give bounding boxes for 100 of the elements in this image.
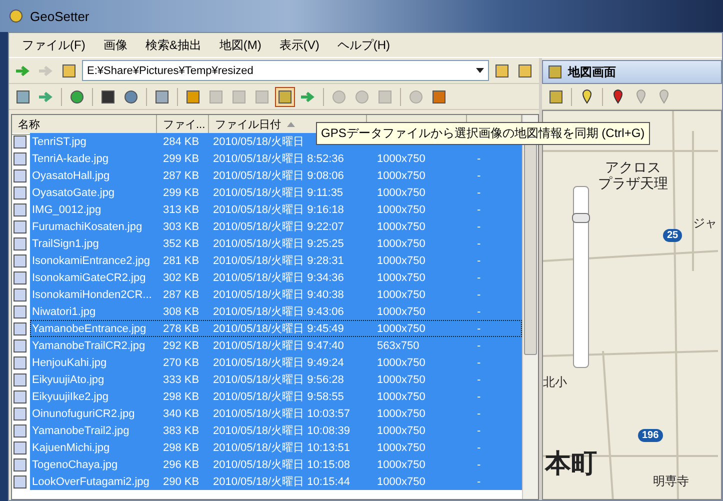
file-size: 284 KB (162, 136, 200, 148)
file-date: 2010/05/18/火曜日 9:49:24 (212, 356, 345, 370)
image-size: 1000x750 (376, 356, 426, 368)
file-row[interactable]: KajuenMichi.jpg 298 KB 2010/05/18/火曜日 10:13:51 1000x750 - (30, 439, 522, 456)
image-file-icon (12, 372, 28, 388)
image-size: 1000x750 (376, 442, 426, 454)
location-cell-text: - (476, 272, 482, 284)
file-name: TenriST.jpg (31, 136, 88, 148)
image-file-icon (12, 218, 28, 234)
menu-item[interactable]: 地図(M) (212, 34, 268, 56)
image-size: 563x750 (376, 340, 420, 352)
path-field[interactable]: E:¥Share¥Pictures¥Temp¥resized (82, 60, 489, 81)
file-date: 2010/05/18/火曜日 9:34:36 (212, 271, 345, 285)
file-name: IMG_0012.jpg (31, 204, 102, 216)
file-row[interactable]: IsonokamiHonden2CR... 287 KB 2010/05/18/火曜日 9:40:38 1000x750 - (30, 286, 522, 303)
image-file-icon (12, 286, 28, 302)
image-file-icon (12, 134, 28, 150)
file-size: 308 KB (162, 306, 200, 318)
file-date: 2010/05/18/火曜日 9:28:31 (212, 254, 345, 268)
location-cell-text: - (476, 442, 482, 454)
location-cell-text: - (476, 152, 482, 164)
zoom-slider[interactable] (573, 186, 589, 368)
file-date: 2010/05/18/火曜日 9:11:35 (212, 186, 344, 200)
file-row[interactable]: TenriA-kade.jpg 299 KB 2010/05/18/火曜日 8:52:36 1000x750 - (30, 150, 522, 167)
file-row[interactable]: IsonokamiGateCR2.jpg 302 KB 2010/05/18/火曜日 9:34:36 1000x750 - (30, 269, 522, 286)
file-name: EikyuujiAto.jpg (31, 374, 106, 386)
file-size: 287 KB (162, 288, 200, 300)
map-label: 明専寺 (653, 475, 689, 488)
file-date: 2010/05/18/火曜日 9:45:49 (212, 322, 345, 336)
file-row[interactable]: TogenoChaya.jpg 296 KB 2010/05/18/火曜日 10:15:08 1000x750 - (30, 456, 522, 473)
file-row[interactable]: YamanobeTrail2.jpg 383 KB 2010/05/18/火曜日 10:08:39 1000x750 - (30, 422, 522, 439)
file-row[interactable]: EikyuujiIke2.jpg 298 KB 2010/05/18/火曜日 9:58:55 1000x750 - (30, 388, 522, 405)
app-icon (8, 8, 24, 24)
file-name: IsonokamiEntrance2.jpg (31, 254, 152, 266)
file-date: 2010/05/18/火曜日 9:56:28 (212, 373, 345, 387)
image-size: 1000x750 (376, 170, 426, 182)
toolbar-button[interactable] (275, 86, 295, 106)
image-size: 1000x750 (376, 220, 426, 232)
image-file-icon (12, 440, 28, 456)
route-shield: 25 (663, 229, 682, 242)
file-size: 296 KB (162, 458, 200, 470)
file-name: Niwatori1.jpg (31, 306, 97, 318)
file-date: 2010/05/18/火曜日 9:47:40 (212, 339, 345, 353)
file-row[interactable]: YamanobeEntrance.jpg 278 KB 2010/05/18/火曜日 9:45:49 1000x750 - (30, 320, 522, 337)
dropdown-caret-icon (476, 68, 484, 73)
image-file-icon (12, 270, 28, 286)
image-file-icon (12, 388, 28, 404)
file-name: IsonokamiGateCR2.jpg (31, 272, 147, 284)
file-row[interactable]: OinunofuguriCR2.jpg 340 KB 2010/05/18/火曜日 10:03:57 1000x750 - (30, 405, 522, 422)
file-date: 2010/05/18/火曜日 (212, 135, 306, 149)
file-date: 2010/05/18/火曜日 10:15:44 (212, 475, 351, 489)
file-row[interactable]: Niwatori1.jpg 308 KB 2010/05/18/火曜日 9:43:06 1000x750 - (30, 303, 522, 320)
file-name: OyasatoGate.jpg (31, 186, 116, 198)
image-size: 1000x750 (376, 254, 426, 266)
image-size: 1000x750 (376, 476, 426, 488)
zoom-slider-thumb[interactable] (572, 212, 590, 222)
file-size: 298 KB (162, 390, 200, 402)
image-file-icon (12, 168, 28, 184)
location-cell-text: - (476, 408, 482, 420)
file-date: 2010/05/18/火曜日 10:08:39 (212, 424, 351, 438)
file-size: 298 KB (162, 442, 200, 454)
file-date: 2010/05/18/火曜日 8:52:36 (212, 152, 345, 166)
file-row[interactable]: IsonokamiEntrance2.jpg 281 KB 2010/05/18/火曜日 9:28:31 1000x750 - (30, 252, 522, 269)
file-date: 2010/05/18/火曜日 9:22:07 (212, 220, 345, 234)
file-name: YamanobeTrail2.jpg (31, 424, 130, 436)
menu-item[interactable]: 検索&抽出 (138, 34, 208, 56)
location-cell-text: - (476, 254, 482, 266)
menu-item[interactable]: 画像 (96, 34, 134, 56)
image-size: 1000x750 (376, 408, 426, 420)
file-size: 278 KB (162, 322, 200, 334)
file-name: IsonokamiHonden2CR... (31, 288, 153, 300)
menu-item[interactable]: ファイル(F) (15, 34, 92, 56)
menu-item[interactable]: ヘルプ(H) (330, 34, 398, 56)
file-row[interactable]: YamanobeTrailCR2.jpg 292 KB 2010/05/18/火曜日 9:47:40 563x750 - (30, 337, 522, 354)
image-file-icon (12, 184, 28, 200)
file-name: OinunofuguriCR2.jpg (31, 408, 136, 420)
route-shield: 196 (638, 429, 663, 442)
file-row[interactable]: FurumachiKosaten.jpg 303 KB 2010/05/18/火曜日 9:22:07 1000x750 - (30, 218, 522, 235)
location-cell-text: - (476, 220, 482, 232)
location-cell-text: - (476, 476, 482, 488)
file-name: TogenoChaya.jpg (31, 458, 119, 470)
file-name: TenriA-kade.jpg (31, 152, 110, 164)
file-row[interactable]: EikyuujiAto.jpg 333 KB 2010/05/18/火曜日 9:56:28 1000x750 - (30, 371, 522, 388)
file-row[interactable]: OyasatoGate.jpg 299 KB 2010/05/18/火曜日 9:11:35 1000x750 - (30, 184, 522, 201)
file-row[interactable]: OyasatoHall.jpg 287 KB 2010/05/18/火曜日 9:08:06 1000x750 - (30, 167, 522, 184)
image-size: 1000x750 (376, 204, 426, 216)
image-size: 1000x750 (376, 288, 426, 300)
file-row[interactable]: HenjouKahi.jpg 270 KB 2010/05/18/火曜日 9:49:24 1000x750 - (30, 354, 522, 371)
file-row[interactable]: LookOverFutagami2.jpg 290 KB 2010/05/18/火曜日 10:15:44 1000x750 - (30, 473, 522, 490)
image-size: 1000x750 (376, 322, 426, 334)
image-file-icon (12, 236, 28, 252)
file-size: 340 KB (162, 408, 200, 420)
file-row[interactable]: TrailSign1.jpg 352 KB 2010/05/18/火曜日 9:25:25 1000x750 - (30, 235, 522, 252)
file-date: 2010/05/18/火曜日 9:16:18 (212, 203, 345, 217)
menu-item[interactable]: 表示(V) (272, 34, 326, 56)
location-cell-text: - (476, 458, 482, 470)
file-row[interactable]: IMG_0012.jpg 313 KB 2010/05/18/火曜日 9:16:18 1000x750 - (30, 201, 522, 218)
map-panel-title: 地図画面 (568, 64, 616, 80)
image-size: 1000x750 (376, 186, 426, 198)
image-size: 1000x750 (376, 390, 426, 402)
